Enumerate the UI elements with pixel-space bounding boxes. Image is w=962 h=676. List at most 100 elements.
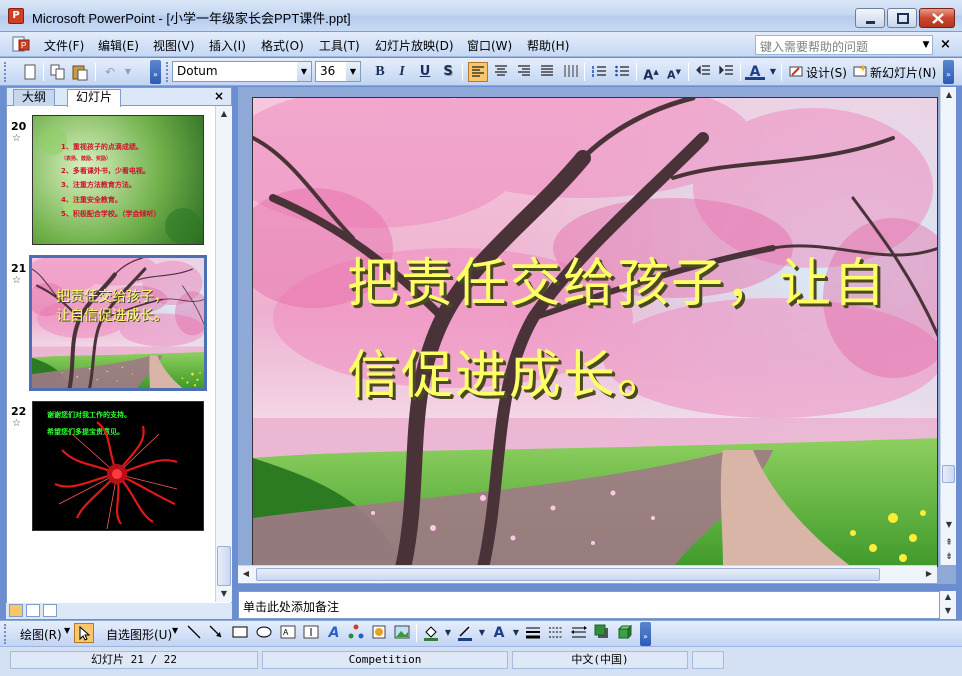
toolbar-grip[interactable] bbox=[4, 62, 7, 82]
toolbar-separator bbox=[740, 63, 741, 81]
decrease-indent-icon[interactable] bbox=[693, 62, 713, 82]
align-center-icon[interactable] bbox=[491, 62, 511, 82]
oval-tool-icon[interactable] bbox=[254, 623, 274, 643]
font-size-select[interactable]: 36 ▼ bbox=[315, 61, 361, 82]
line-style-icon[interactable] bbox=[523, 623, 543, 643]
toolbar-options-chevron-icon[interactable]: » bbox=[943, 60, 954, 84]
3d-style-icon[interactable] bbox=[615, 623, 635, 643]
pane-close-icon[interactable]: × bbox=[214, 89, 224, 103]
scroll-down-icon[interactable]: ▼ bbox=[940, 605, 956, 617]
minimize-button[interactable] bbox=[855, 8, 885, 28]
design-icon[interactable] bbox=[786, 62, 806, 82]
menu-view[interactable]: 视图(V) bbox=[153, 37, 195, 54]
powerpoint-icon[interactable]: P bbox=[8, 8, 24, 24]
wordart-icon[interactable]: A bbox=[324, 623, 344, 643]
notes-pane[interactable]: 单击此处添加备注 bbox=[238, 591, 940, 619]
scroll-up-icon[interactable]: ▲ bbox=[941, 87, 957, 103]
slide-sorter-view-icon[interactable] bbox=[26, 604, 40, 617]
copy-icon[interactable] bbox=[48, 62, 68, 82]
scroll-up-icon[interactable]: ▲ bbox=[216, 106, 232, 122]
tab-outline[interactable]: 大纲 bbox=[13, 89, 56, 106]
scroll-thumb[interactable] bbox=[217, 546, 231, 586]
vertical-text-box-icon[interactable] bbox=[301, 623, 321, 643]
slide-thumbnail-21[interactable]: 把责任交给孩子，让自信促进成长。 bbox=[29, 255, 207, 391]
autoshapes-button[interactable]: 自选图形(U) bbox=[106, 626, 172, 643]
scroll-right-icon[interactable]: ▶ bbox=[921, 566, 937, 582]
scroll-left-icon[interactable]: ◀ bbox=[238, 566, 254, 582]
increase-font-size-icon[interactable]: A▲ bbox=[641, 62, 661, 83]
close-button[interactable] bbox=[919, 8, 955, 28]
new-document-icon[interactable] bbox=[20, 62, 40, 82]
slide-thumbnail-20[interactable]: 1、重视孩子的点滴成绩。 （表扬、鼓励、奖励） 2、多看课外书，少看电视。 3、… bbox=[32, 115, 204, 245]
draw-menu-button[interactable]: 绘图(R) bbox=[20, 626, 62, 643]
normal-view-icon[interactable] bbox=[9, 604, 23, 617]
notes-scrollbar[interactable]: ▲ ▼ bbox=[940, 591, 956, 619]
menu-format[interactable]: 格式(O) bbox=[261, 37, 304, 54]
slide-thumbnail-22[interactable]: 谢谢您们对我工作的支持。 希望您们多提宝贵意见。 bbox=[32, 401, 204, 531]
scroll-up-icon[interactable]: ▲ bbox=[940, 591, 956, 603]
bulleted-list-icon[interactable] bbox=[612, 62, 632, 82]
increase-indent-icon[interactable] bbox=[716, 62, 736, 82]
distribute-icon[interactable] bbox=[560, 62, 580, 82]
scroll-thumb[interactable] bbox=[256, 568, 880, 581]
rectangle-tool-icon[interactable] bbox=[230, 623, 250, 643]
document-close-icon[interactable]: × bbox=[940, 37, 951, 52]
menu-help[interactable]: 帮助(H) bbox=[527, 37, 569, 54]
menu-insert[interactable]: 插入(I) bbox=[209, 37, 246, 54]
bold-button[interactable]: B bbox=[370, 62, 390, 82]
paste-icon[interactable] bbox=[70, 62, 90, 82]
slide-title[interactable]: 把责任交给孩子，让自信促进成长。 bbox=[347, 238, 907, 422]
menu-file[interactable]: 文件(F) bbox=[44, 37, 84, 54]
arrow-tool-icon[interactable] bbox=[206, 623, 226, 643]
font-color-dropdown-icon[interactable]: ▼ bbox=[763, 62, 783, 82]
justify-icon[interactable] bbox=[537, 62, 557, 82]
scroll-down-icon[interactable]: ▼ bbox=[216, 586, 232, 602]
slide-horizontal-scrollbar[interactable]: ◀ ▶ bbox=[238, 565, 937, 583]
toolbar-options-chevron-icon[interactable]: » bbox=[640, 622, 651, 646]
shadow-style-icon[interactable] bbox=[592, 623, 612, 643]
line-tool-icon[interactable] bbox=[184, 623, 204, 643]
next-slide-icon[interactable]: ⇟ bbox=[941, 549, 957, 565]
slides-pane-scrollbar[interactable]: ▲ ▼ bbox=[215, 106, 232, 602]
font-name-select[interactable]: Dotum ▼ bbox=[172, 61, 312, 82]
menu-tools[interactable]: 工具(T) bbox=[319, 37, 360, 54]
menu-window[interactable]: 窗口(W) bbox=[467, 37, 512, 54]
slide-vertical-scrollbar[interactable]: ▲ ▼ ⇞ ⇟ bbox=[940, 87, 956, 565]
tab-slides[interactable]: 幻灯片 bbox=[67, 89, 122, 107]
scroll-down-icon[interactable]: ▼ bbox=[941, 517, 957, 533]
toolbar-grip[interactable] bbox=[166, 62, 169, 82]
diagram-icon[interactable] bbox=[346, 623, 366, 643]
text-box-icon[interactable]: A bbox=[278, 623, 298, 643]
dash-style-icon[interactable] bbox=[546, 623, 566, 643]
new-slide-icon[interactable] bbox=[850, 62, 870, 82]
maximize-button[interactable] bbox=[887, 8, 917, 28]
help-dropdown-icon[interactable]: ▼ bbox=[919, 35, 933, 55]
new-slide-button[interactable]: 新幻灯片(N) bbox=[870, 64, 936, 81]
document-menu-icon[interactable]: P bbox=[12, 35, 30, 53]
chevron-down-icon[interactable]: ▼ bbox=[64, 626, 70, 635]
underline-button[interactable]: U bbox=[415, 62, 435, 82]
decrease-font-size-icon[interactable]: A▼ bbox=[664, 62, 684, 82]
undo-icon[interactable]: ↶ bbox=[100, 62, 120, 82]
slideshow-view-icon[interactable] bbox=[43, 604, 57, 617]
toolbar-grip[interactable] bbox=[4, 624, 7, 644]
shadow-button[interactable]: S bbox=[438, 62, 458, 82]
menu-slideshow[interactable]: 幻灯片放映(D) bbox=[375, 37, 454, 54]
insert-picture-icon[interactable] bbox=[392, 623, 412, 643]
select-objects-icon[interactable] bbox=[74, 623, 94, 643]
align-right-icon[interactable] bbox=[514, 62, 534, 82]
clip-art-icon[interactable] bbox=[369, 623, 389, 643]
align-left-icon[interactable] bbox=[468, 62, 488, 82]
design-button[interactable]: 设计(S) bbox=[806, 64, 847, 81]
numbered-list-icon[interactable] bbox=[589, 62, 609, 82]
chevron-down-icon[interactable]: ▼ bbox=[172, 626, 178, 635]
scroll-thumb[interactable] bbox=[942, 465, 955, 483]
undo-dropdown-icon[interactable]: ▼ bbox=[118, 62, 138, 82]
font-color-icon[interactable]: A bbox=[745, 62, 765, 80]
toolbar-options-chevron-icon[interactable]: » bbox=[150, 60, 161, 84]
italic-button[interactable]: I bbox=[392, 62, 412, 82]
menu-edit[interactable]: 编辑(E) bbox=[98, 37, 139, 54]
help-question-input[interactable]: 键入需要帮助的问题 bbox=[755, 35, 933, 55]
arrow-style-icon[interactable] bbox=[569, 623, 589, 643]
current-slide[interactable]: 把责任交给孩子，让自信促进成长。 bbox=[252, 97, 938, 567]
